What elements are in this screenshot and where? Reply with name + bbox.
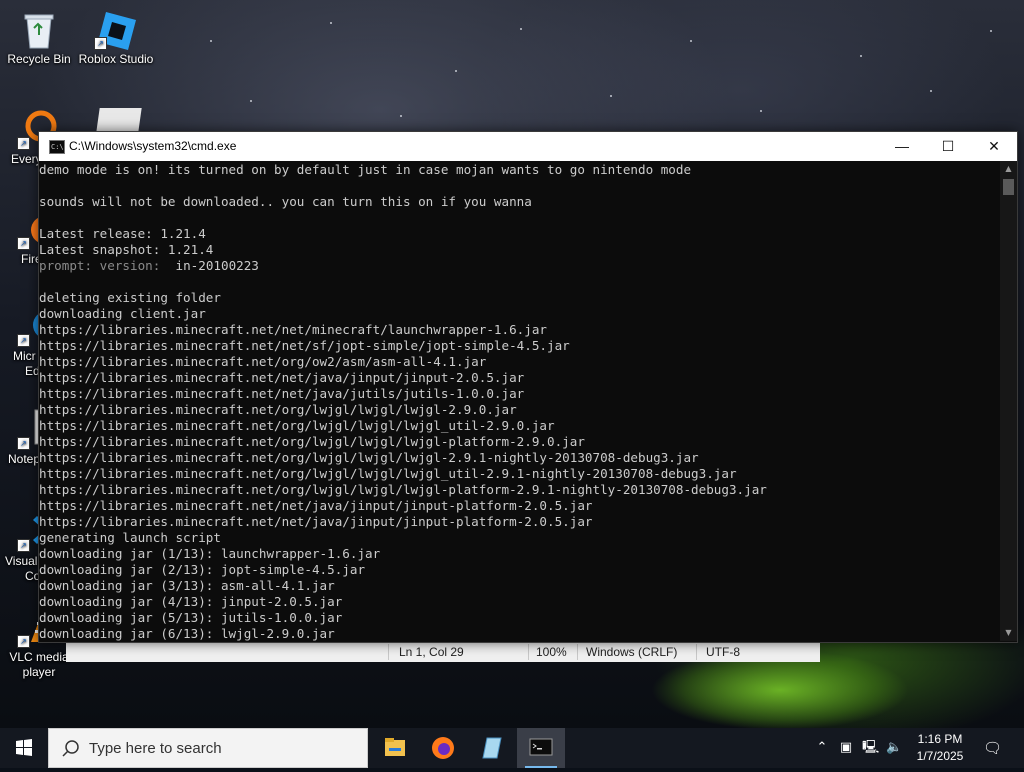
cmd-window[interactable]: C:\ C:\Windows\system32\cmd.exe — ☐ ✕ de… (38, 131, 1018, 643)
command-prompt-icon: C:\ (49, 140, 65, 154)
clock-time: 1:16 PM (917, 732, 963, 746)
console-line: https://libraries.minecraft.net/org/ow2/… (39, 354, 487, 369)
console-line: downloading jar (3/13): asm-all-4.1.jar (39, 578, 335, 593)
console-line: sounds will not be downloaded.. you can … (39, 194, 532, 209)
console-line: https://libraries.minecraft.net/org/lwjg… (39, 466, 737, 481)
console-line: generating launch script (39, 530, 221, 545)
desktop: Recycle Bin ↗ Roblox Studio ↗ Every ↗ Fi… (0, 0, 1024, 728)
console-line: downloading jar (5/13): jutils-1.0.0.jar (39, 610, 343, 625)
minimize-button[interactable]: — (879, 132, 925, 161)
scroll-down-arrow-icon[interactable]: ▼ (1000, 625, 1017, 641)
taskbar-command-prompt[interactable] (517, 728, 565, 768)
console-line: downloading client.jar (39, 306, 206, 321)
desktop-icon-roblox-studio[interactable]: ↗ Roblox Studio (78, 8, 154, 67)
console-line: https://libraries.minecraft.net/net/java… (39, 514, 593, 529)
console-line: downloading jar (4/13): jinput-2.0.5.jar (39, 594, 343, 609)
scroll-up-arrow-icon[interactable]: ▲ (1000, 161, 1017, 177)
notepad-status-bar: Ln 1, Col 29 100% Windows (CRLF) UTF-8 (66, 641, 820, 662)
console-line: https://libraries.minecraft.net/org/lwjg… (39, 402, 517, 417)
console-line: Latest snapshot: 1.21.4 (39, 242, 214, 257)
console-line: https://libraries.minecraft.net/net/mine… (39, 322, 547, 337)
close-button[interactable]: ✕ (971, 132, 1017, 161)
encoding: UTF-8 (706, 645, 740, 659)
console-line: https://libraries.minecraft.net/net/sf/j… (39, 338, 570, 353)
cmd-titlebar[interactable]: C:\ C:\Windows\system32\cmd.exe — ☐ ✕ (39, 132, 1017, 161)
console-line: demo mode is on! its turned on by defaul… (39, 162, 692, 177)
taskbar-file-explorer[interactable] (371, 728, 419, 768)
console-line: https://libraries.minecraft.net/org/lwjg… (39, 450, 699, 465)
console-line: https://libraries.minecraft.net/org/lwjg… (39, 482, 767, 497)
search-placeholder: Type here to search (89, 740, 222, 757)
start-button[interactable] (0, 728, 48, 768)
windows-logo-icon (16, 739, 32, 756)
taskbar: Type here to search ⌃ ▣ 🖳 🔈 1:16 PM 1/7/… (0, 728, 1024, 768)
taskbar-firefox[interactable] (419, 728, 467, 768)
recycle-bin-icon (19, 8, 59, 49)
console-line: Latest release: 1.21.4 (39, 226, 206, 241)
taskbar-clock[interactable]: 1:16 PM 1/7/2025 (908, 731, 972, 765)
search-icon (62, 740, 79, 757)
taskbar-notepad-plus-plus[interactable] (467, 728, 515, 768)
prompt-label: prompt: version: (39, 258, 168, 273)
firefox-icon (432, 737, 454, 759)
console-line: https://libraries.minecraft.net/net/java… (39, 386, 525, 401)
maximize-button[interactable]: ☐ (925, 132, 971, 161)
console-line: prompt: version: in-20100223 (39, 258, 999, 274)
taskbar-search-box[interactable]: Type here to search (48, 728, 368, 768)
console-output[interactable]: demo mode is on! its turned on by defaul… (39, 161, 999, 642)
console-line: https://libraries.minecraft.net/net/java… (39, 498, 593, 513)
app-tray-icon[interactable]: ▣ (838, 740, 854, 756)
console-line: https://libraries.minecraft.net/org/lwjg… (39, 434, 585, 449)
prompt-value: in-20100223 (167, 258, 259, 273)
window-title: C:\Windows\system32\cmd.exe (69, 139, 237, 153)
console-line: https://libraries.minecraft.net/org/lwjg… (39, 418, 555, 433)
console-line: downloading jar (2/13): jopt-simple-4.5.… (39, 562, 366, 577)
cursor-position: Ln 1, Col 29 (399, 645, 464, 659)
zoom-level: 100% (536, 645, 567, 659)
roblox-studio-icon: ↗ (94, 8, 136, 50)
file-explorer-icon (385, 738, 405, 756)
notifications-icon[interactable]: 🗨 (983, 740, 1002, 756)
scroll-thumb[interactable] (1003, 179, 1014, 195)
notepad-plus-plus-icon (482, 737, 502, 759)
volume-muted-icon[interactable]: 🔈 (886, 740, 902, 756)
console-line: https://libraries.minecraft.net/net/java… (39, 370, 525, 385)
console-line: downloading jar (6/13): lwjgl-2.9.0.jar (39, 626, 335, 641)
clock-date: 1/7/2025 (916, 749, 964, 763)
console-scrollbar[interactable]: ▲ ▼ (1000, 161, 1017, 641)
console-line: deleting existing folder (39, 290, 221, 305)
network-icon[interactable]: 🖳 (862, 740, 879, 756)
console-line: downloading jar (1/13): launchwrapper-1.… (39, 546, 381, 561)
desktop-icon-recycle-bin[interactable]: Recycle Bin (1, 8, 77, 67)
line-endings: Windows (CRLF) (586, 645, 678, 659)
background-window-edge (96, 108, 142, 132)
chevron-up-icon[interactable]: ⌃ (814, 740, 830, 756)
command-prompt-icon (529, 738, 553, 756)
